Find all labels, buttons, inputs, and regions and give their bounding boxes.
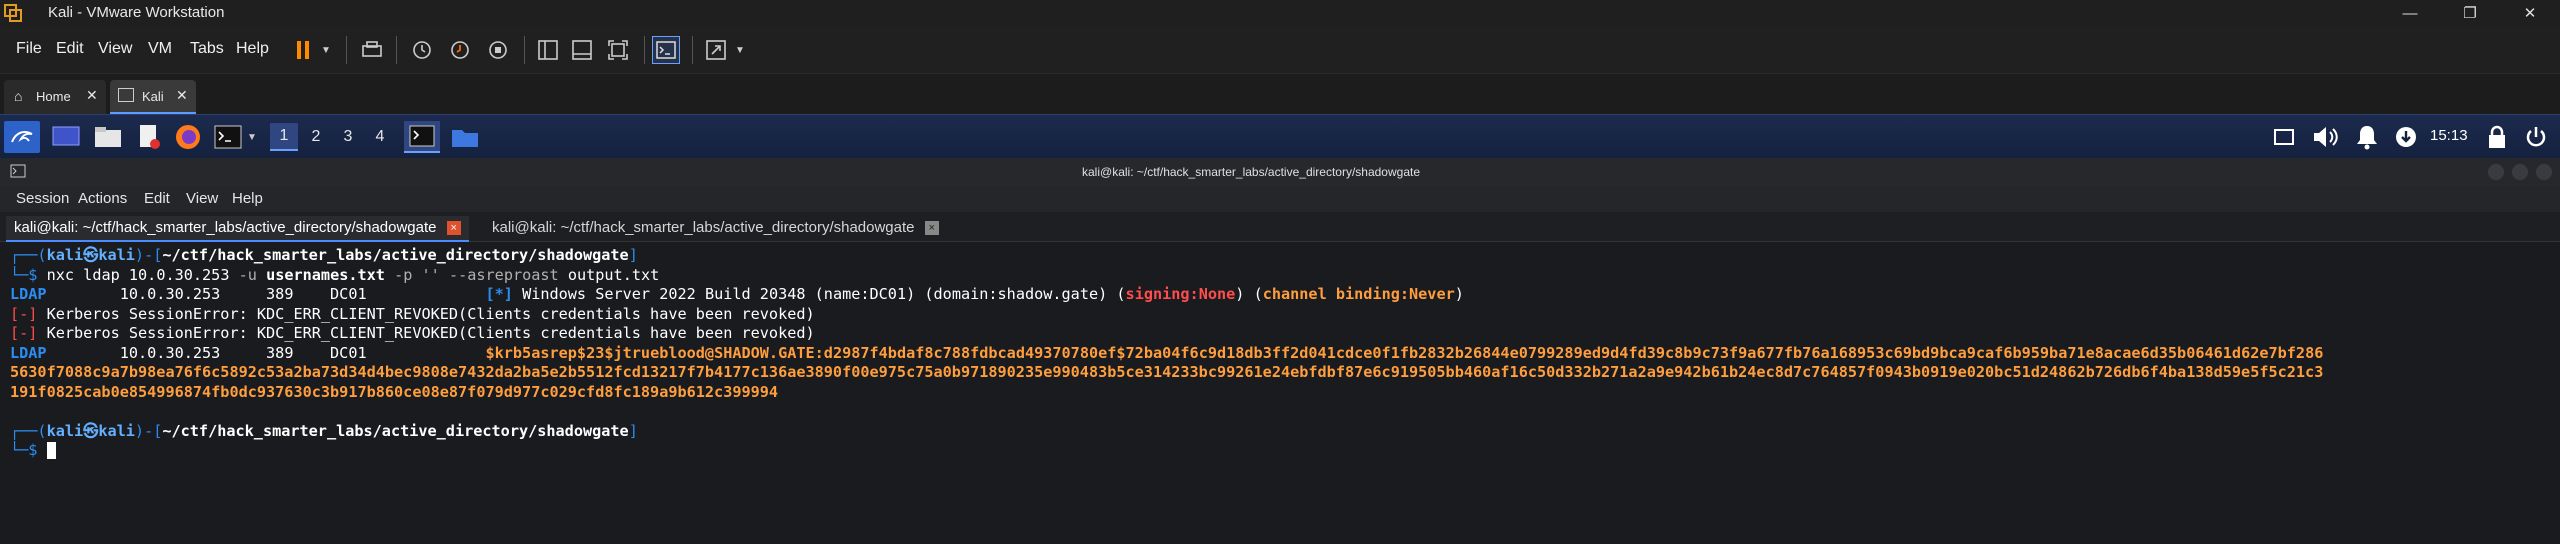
tab-kali[interactable]: Kali ✕ [110, 80, 196, 114]
terminal-tab-2[interactable]: kali@kali: ~/ctf/hack_smarter_labs/activ… [484, 216, 947, 242]
tab-label: Home [36, 89, 71, 104]
close-icon[interactable]: × [924, 221, 939, 236]
menu-file[interactable]: File [16, 40, 42, 58]
menu-edit[interactable]: Edit [56, 40, 84, 58]
vmware-title-bar: Kali - VMware Workstation — ❐ ✕ [0, 0, 2560, 26]
close-icon[interactable] [2536, 164, 2552, 180]
window-title: Kali - VMware Workstation [48, 4, 225, 21]
display-icon[interactable] [2272, 121, 2296, 153]
thumbnail-bar-icon[interactable] [568, 36, 596, 64]
stretch-icon[interactable] [702, 36, 730, 64]
volume-icon[interactable] [2310, 121, 2340, 153]
snapshot-icon[interactable] [408, 36, 436, 64]
maximize-icon[interactable] [2512, 164, 2528, 180]
workspace-1[interactable]: 1 [270, 123, 298, 151]
command-line: └─$ nxc ldap 10.0.30.253 -u usernames.tx… [10, 265, 660, 284]
menu-tabs[interactable]: Tabs [190, 40, 224, 58]
updates-icon[interactable] [2394, 121, 2418, 153]
workspace-3[interactable]: 3 [334, 123, 362, 151]
menu-view[interactable]: View [98, 40, 132, 58]
output-ldap-info: LDAP 10.0.30.253 389 DC01 [*] Windows Se… [10, 285, 1464, 303]
tab-label: Kali [142, 89, 164, 104]
taskbar-terminal-icon[interactable] [404, 121, 440, 153]
workspace-2[interactable]: 2 [302, 123, 330, 151]
output-hash-line-3: 191f0825cab0e854996874fb0dc937630c3b917b… [10, 382, 779, 401]
prompt-line-2: ┌──(kali㉿kali)-[~/ctf/hack_smarter_labs/… [10, 421, 638, 440]
menu-vm[interactable]: VM [148, 40, 172, 58]
output-error-1: [-] Kerberos SessionError: KDC_ERR_CLIEN… [10, 304, 815, 323]
restore-icon[interactable]: ❐ [2440, 0, 2500, 26]
menu-help[interactable]: Help [236, 40, 269, 58]
menu-help[interactable]: Help [232, 190, 263, 207]
sidebar-toggle-icon[interactable] [534, 36, 562, 64]
terminal-icon [10, 164, 26, 178]
power-icon[interactable] [2522, 121, 2550, 153]
terminal-menubar: Session Actions Edit View Help [0, 186, 2560, 212]
minimize-icon[interactable] [2488, 164, 2504, 180]
kali-menu-icon[interactable] [4, 121, 40, 153]
revert-snapshot-icon[interactable] [446, 36, 474, 64]
close-icon[interactable]: × [446, 221, 461, 236]
close-icon[interactable]: ✕ [176, 87, 188, 104]
terminal-tab-bar: kali@kali: ~/ctf/hack_smarter_labs/activ… [0, 212, 2560, 242]
text-cursor [46, 442, 56, 459]
clock[interactable]: 15:13 [2430, 127, 2468, 144]
firefox-icon[interactable] [172, 121, 204, 153]
output-hash-line-2: 5630f7088c9a7b98ea76f6c5892c53a2ba73d34d… [10, 363, 2324, 381]
home-icon: ⌂ [14, 88, 23, 104]
console-view-icon[interactable] [652, 36, 680, 64]
vmware-tab-bar: ⌂ Home ✕ Kali ✕ [0, 74, 2560, 114]
vmware-app-icon [4, 4, 22, 22]
menu-edit[interactable]: Edit [144, 190, 170, 207]
terminal-tab-1[interactable]: kali@kali: ~/ctf/hack_smarter_labs/activ… [6, 216, 469, 242]
pause-icon[interactable] [290, 36, 318, 64]
vm-icon [118, 88, 134, 102]
snapshot-manager-icon[interactable] [484, 36, 512, 64]
desktop-icon[interactable] [50, 121, 82, 153]
menu-session[interactable]: Session [16, 190, 69, 207]
kali-panel: ▼ 1 2 3 4 15:13 [0, 114, 2560, 158]
menu-actions[interactable]: Actions [78, 190, 127, 207]
input-line[interactable]: └─$ [10, 441, 2560, 461]
tab-label: kali@kali: ~/ctf/hack_smarter_labs/activ… [492, 219, 915, 236]
send-keys-icon[interactable] [358, 36, 386, 64]
tab-home[interactable]: ⌂ Home ✕ [4, 80, 106, 114]
terminal-output[interactable]: ┌──(kali㉿kali)-[~/ctf/hack_smarter_labs/… [0, 242, 2560, 544]
chevron-down-icon[interactable]: ▼ [244, 121, 260, 153]
prompt-line-1: ┌──(kali㉿kali)-[~/ctf/hack_smarter_labs/… [10, 246, 638, 264]
taskbar-folder-icon[interactable] [448, 121, 482, 153]
minimize-icon[interactable]: — [2380, 0, 2440, 26]
lock-icon[interactable] [2484, 121, 2510, 153]
menu-view[interactable]: View [186, 190, 218, 207]
chevron-down-icon[interactable]: ▼ [318, 36, 334, 64]
file-manager-icon[interactable] [92, 121, 124, 153]
output-error-2: [-] Kerberos SessionError: KDC_ERR_CLIEN… [10, 324, 815, 342]
tab-label: kali@kali: ~/ctf/hack_smarter_labs/activ… [14, 219, 437, 236]
fullscreen-icon[interactable] [604, 36, 632, 64]
output-hash-line-1: LDAP 10.0.30.253 389 DC01 $krb5asrep$23$… [10, 343, 2324, 362]
text-editor-icon[interactable] [134, 121, 164, 153]
terminal-title-bar: kali@kali: ~/ctf/hack_smarter_labs/activ… [0, 158, 2560, 186]
workspace-4[interactable]: 4 [366, 123, 394, 151]
notifications-icon[interactable] [2352, 121, 2382, 153]
chevron-down-icon[interactable]: ▼ [732, 36, 748, 64]
close-icon[interactable]: ✕ [86, 87, 98, 104]
terminal-window-title: kali@kali: ~/ctf/hack_smarter_labs/activ… [1082, 165, 1421, 179]
close-icon[interactable]: ✕ [2500, 0, 2560, 26]
terminal-icon[interactable] [212, 121, 244, 153]
